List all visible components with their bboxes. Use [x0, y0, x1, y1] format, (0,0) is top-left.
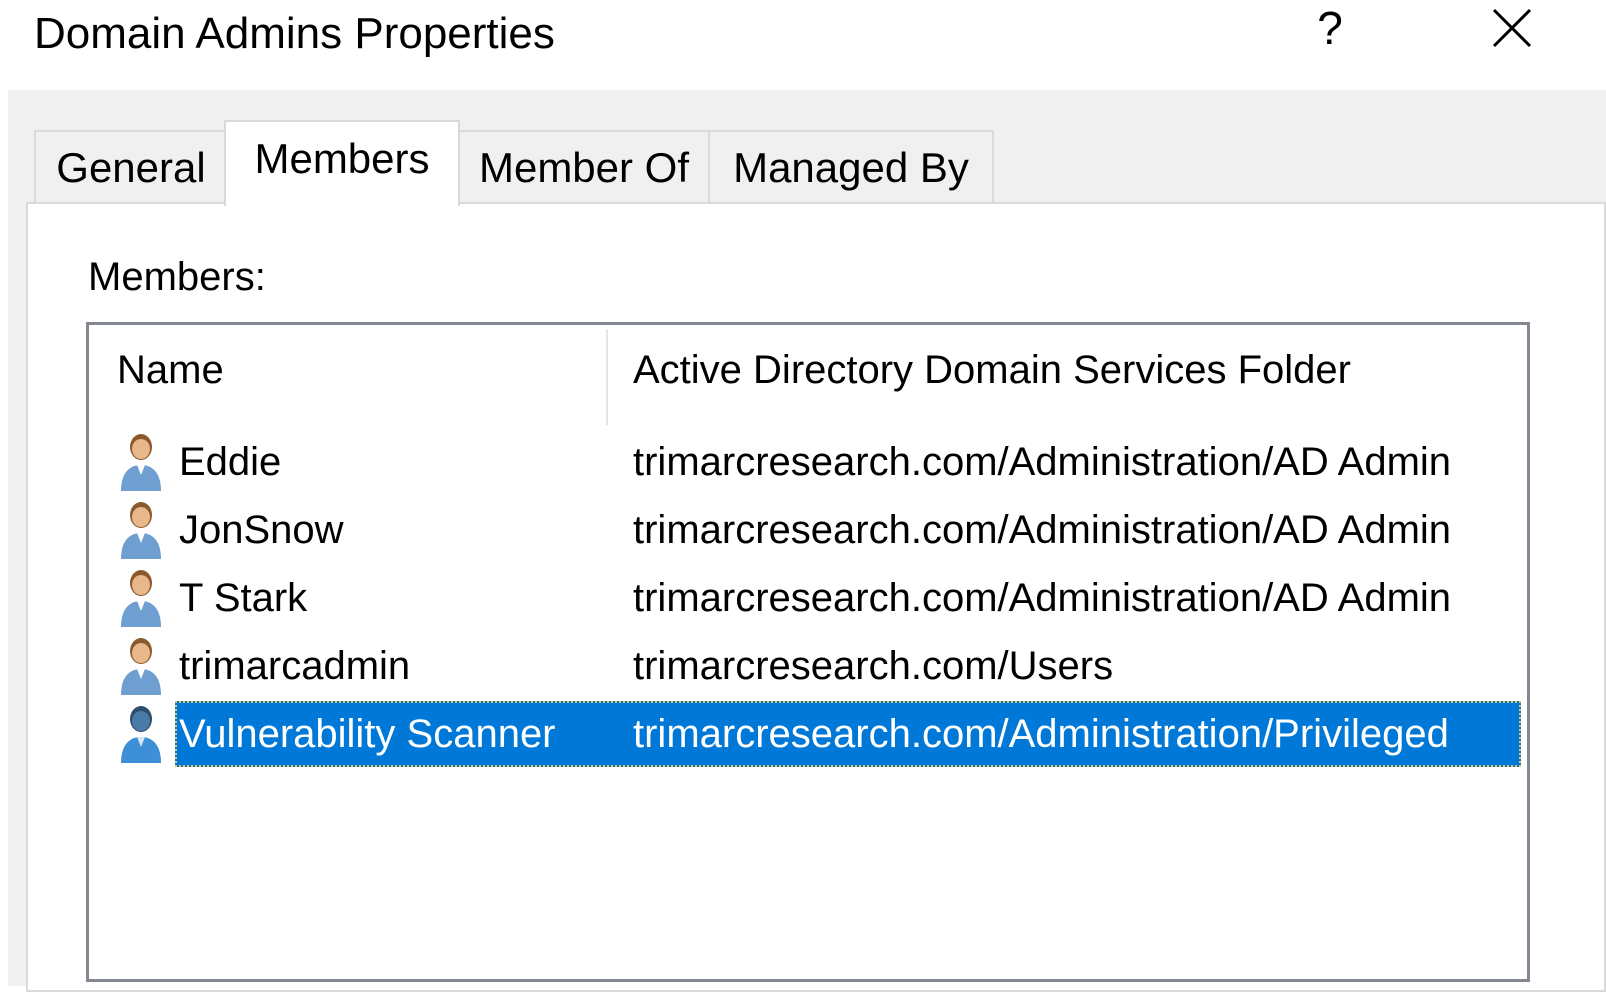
- member-folder: trimarcresearch.com/Administration/AD Ad…: [633, 440, 1452, 484]
- user-icon: [121, 706, 161, 763]
- close-icon: [1492, 8, 1532, 48]
- members-tab-panel: Members: Name Active Directory Domain Se…: [26, 202, 1606, 992]
- user-icon: [121, 502, 161, 559]
- tab-members[interactable]: Members: [224, 120, 460, 206]
- member-name: T Stark: [179, 576, 308, 620]
- column-header-folder[interactable]: Active Directory Domain Services Folder: [633, 345, 1351, 395]
- member-folder: trimarcresearch.com/Administration/Privi…: [633, 712, 1449, 756]
- tab-general[interactable]: General: [34, 130, 228, 204]
- member-folder: trimarcresearch.com/Administration/AD Ad…: [633, 576, 1452, 620]
- window-title: Domain Admins Properties: [34, 9, 555, 58]
- list-item[interactable]: JonSnow trimarcresearch.com/Administrati…: [89, 497, 1527, 563]
- close-button[interactable]: [1478, 2, 1548, 58]
- member-folder: trimarcresearch.com/Users: [633, 644, 1114, 688]
- list-item[interactable]: Eddie trimarcresearch.com/Administration…: [89, 429, 1527, 495]
- member-name: JonSnow: [179, 508, 344, 552]
- user-icon: [121, 434, 161, 491]
- list-item[interactable]: trimarcadmin trimarcresearch.com/Users: [89, 633, 1527, 699]
- members-label: Members:: [88, 255, 266, 299]
- member-name: trimarcadmin: [179, 644, 411, 688]
- tab-managed-by[interactable]: Managed By: [708, 130, 994, 204]
- member-name: Eddie: [179, 440, 282, 484]
- user-icon: [121, 638, 161, 695]
- tab-member-of[interactable]: Member Of: [458, 130, 710, 204]
- column-header-name[interactable]: Name: [117, 345, 224, 395]
- dialog-body: General Members Member Of Managed By Mem…: [8, 90, 1606, 992]
- user-icon: [121, 570, 161, 627]
- list-item-selected[interactable]: Vulnerability Scanner trimarcresearch.co…: [89, 701, 1527, 767]
- member-name: Vulnerability Scanner: [179, 712, 556, 756]
- column-divider[interactable]: [606, 329, 608, 425]
- list-item[interactable]: T Stark trimarcresearch.com/Administrati…: [89, 565, 1527, 631]
- help-button[interactable]: ?: [1298, 0, 1362, 56]
- title-bar: Domain Admins Properties ?: [0, 0, 1606, 90]
- member-folder: trimarcresearch.com/Administration/AD Ad…: [633, 508, 1452, 552]
- members-list[interactable]: Name Active Directory Domain Services Fo…: [86, 322, 1530, 982]
